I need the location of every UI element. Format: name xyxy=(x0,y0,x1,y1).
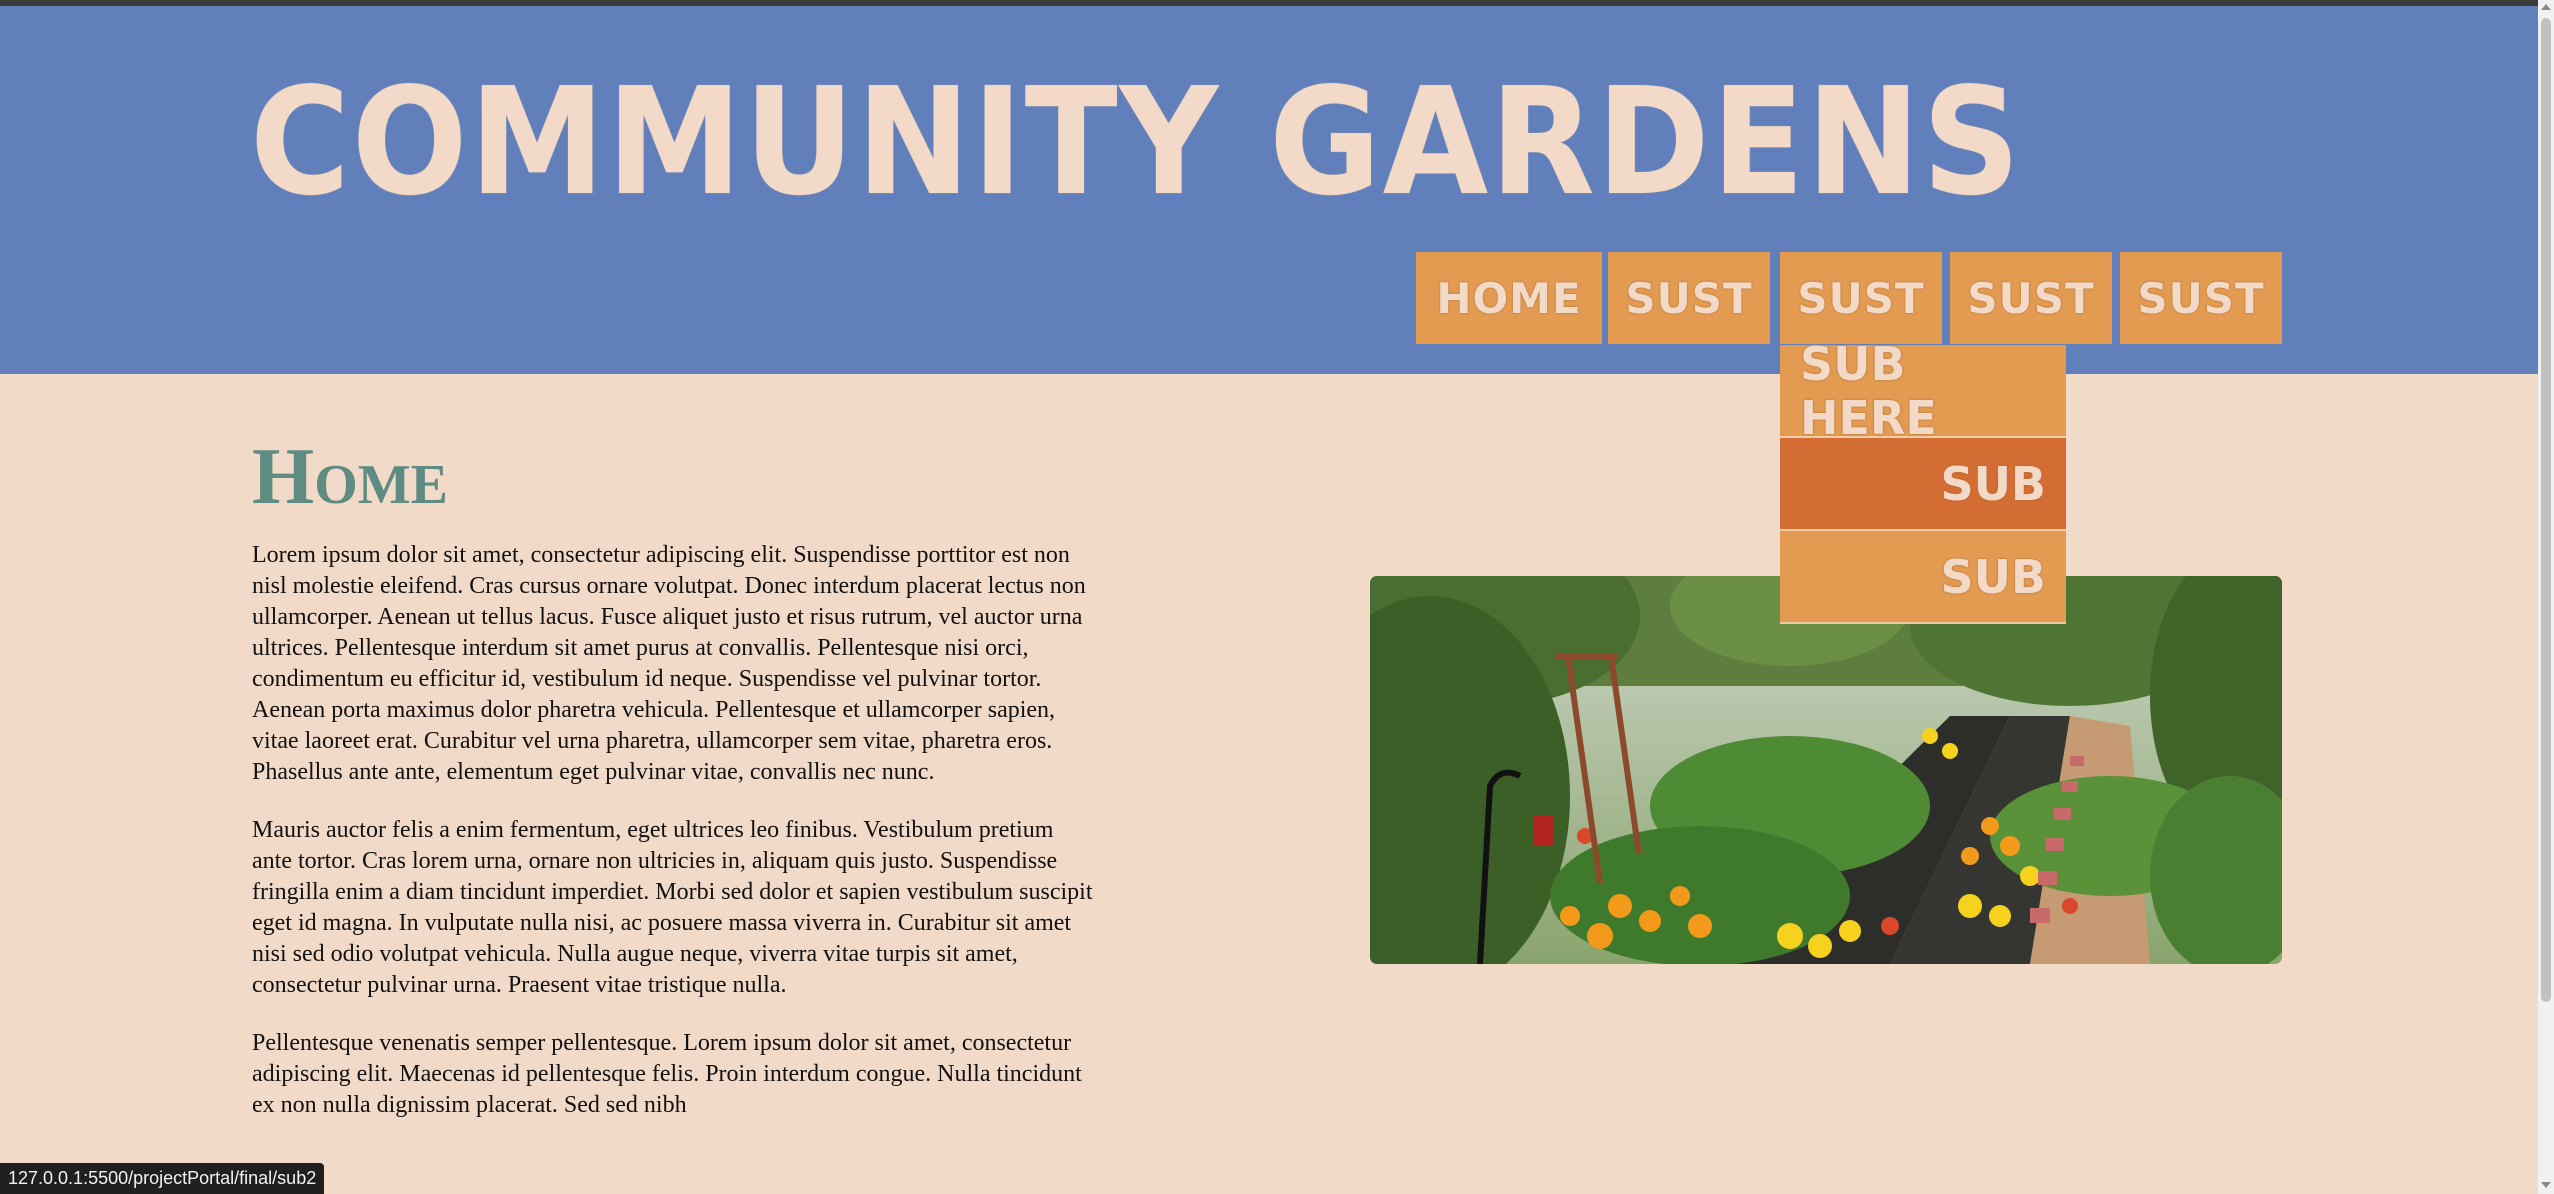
page-heading: Home xyxy=(252,433,448,521)
content-body: Lorem ipsum dolor sit amet, consectetur … xyxy=(252,540,1094,1148)
paragraph: Lorem ipsum dolor sit amet, consectetur … xyxy=(252,542,1086,785)
dropdown-item-sub-here[interactable]: SUB HERE xyxy=(1780,337,2066,445)
vertical-scrollbar[interactable] xyxy=(2538,0,2554,1194)
scroll-thumb[interactable] xyxy=(2541,18,2551,1002)
dropdown-menu: SUB HERE SUB SUB xyxy=(1780,337,2066,624)
nav-item-sust-3[interactable]: SUST xyxy=(1950,252,2112,344)
nav-item-sust-4[interactable]: SUST xyxy=(2120,252,2282,344)
scroll-down-icon[interactable] xyxy=(2541,1182,2551,1188)
dropdown-item-sub-2[interactable]: SUB xyxy=(1780,531,2066,624)
nav-item-sust-2[interactable]: SUST xyxy=(1780,252,1942,344)
paragraph: Mauris auctor felis a enim fermentum, eg… xyxy=(252,817,1093,998)
dropdown-item-sub-1[interactable]: SUB xyxy=(1780,438,2066,531)
site-title: COMMUNITY GARDENS xyxy=(250,56,2023,228)
garden-hero-image xyxy=(1370,576,2282,964)
status-url: 127.0.0.1:5500/projectPortal/final/sub2 xyxy=(0,1163,325,1194)
nav-item-home[interactable]: HOME xyxy=(1416,252,1602,344)
garden-illustration xyxy=(1370,576,2282,964)
paragraph: Pellentesque venenatis semper pellentesq… xyxy=(252,1030,1082,1118)
scroll-up-icon[interactable] xyxy=(2541,4,2551,10)
nav-item-sust-1[interactable]: SUST xyxy=(1608,252,1770,344)
